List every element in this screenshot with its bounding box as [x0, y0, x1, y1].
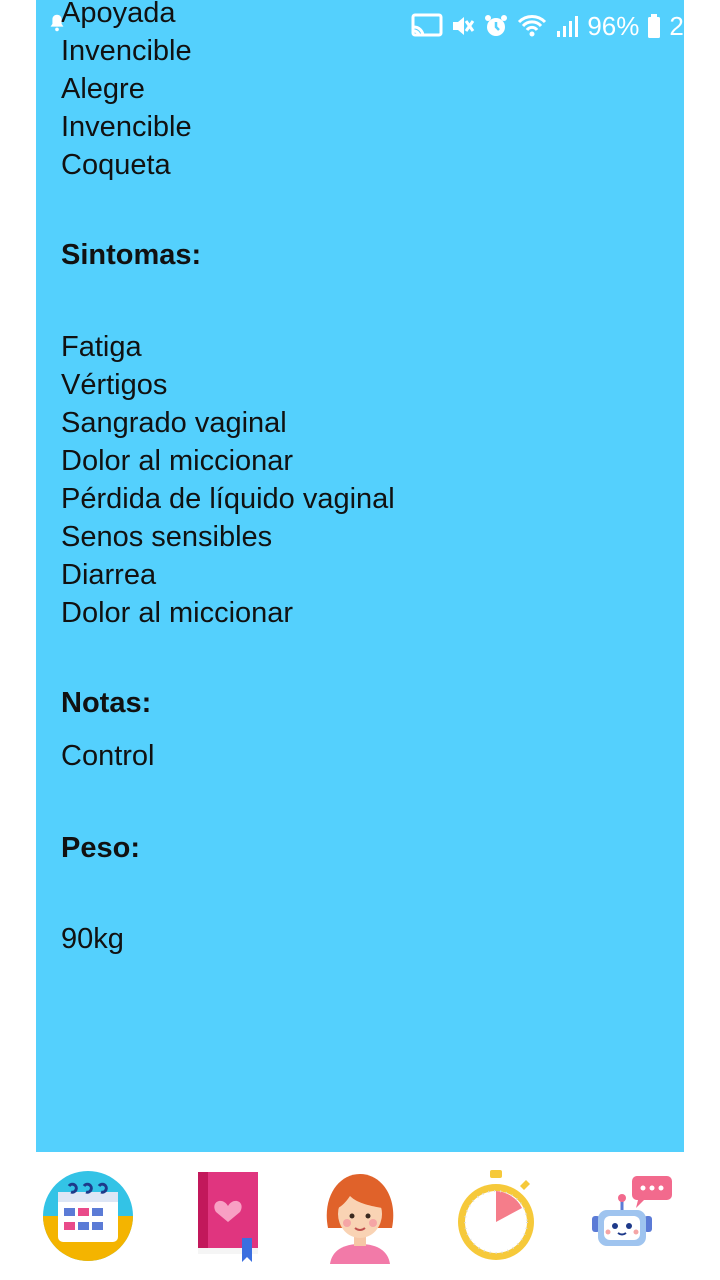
nav-profile[interactable] — [310, 1166, 410, 1266]
mood-item: Alegre — [61, 73, 145, 105]
cast-icon — [411, 13, 443, 37]
symptom-item: Diarrea — [61, 559, 157, 591]
symptom-item: Sangrado vaginal — [61, 407, 287, 439]
battery-icon — [648, 14, 661, 38]
weight-heading: Peso: — [61, 832, 140, 864]
calendar-icon — [43, 1171, 133, 1261]
notes-heading: Notas: — [61, 687, 152, 719]
mute-icon — [453, 17, 475, 35]
wifi-icon — [518, 15, 547, 37]
status-bar: 96% 21:2 — [411, 8, 720, 44]
nav-timer[interactable] — [446, 1166, 546, 1266]
nav-chatbot[interactable] — [582, 1166, 682, 1266]
nav-diary[interactable] — [174, 1166, 274, 1266]
nav-calendar[interactable] — [38, 1166, 138, 1266]
symptoms-heading: Sintomas: — [61, 239, 202, 271]
signal-icon — [557, 16, 579, 37]
detail-panel: Apoyada Invencible Alegre Invencible Coq… — [36, 0, 684, 1152]
mood-item: Invencible — [61, 111, 192, 143]
notes-value: Control — [61, 740, 155, 772]
mood-item: Invencible — [61, 35, 192, 67]
weight-value: 90kg — [61, 923, 124, 955]
bottom-navigation — [0, 1152, 720, 1280]
diary-icon — [198, 1172, 258, 1262]
chatbot-icon — [592, 1176, 672, 1246]
mood-item: Apoyada — [61, 0, 176, 29]
profile-icon — [326, 1174, 394, 1264]
symptom-item: Vértigos — [61, 369, 168, 401]
battery-percent: 96% — [587, 10, 640, 41]
notification-bell-icon — [50, 14, 64, 32]
timer-icon — [458, 1170, 534, 1260]
alarm-icon — [485, 15, 508, 36]
symptom-item: Senos sensibles — [61, 521, 273, 553]
symptom-item: Pérdida de líquido vaginal — [61, 483, 395, 515]
symptom-item: Dolor al miccionar — [61, 445, 294, 477]
mood-item: Coqueta — [61, 149, 171, 181]
symptom-item: Dolor al miccionar — [61, 597, 294, 629]
symptom-item: Fatiga — [61, 331, 142, 363]
clock: 21:2 — [669, 10, 720, 41]
